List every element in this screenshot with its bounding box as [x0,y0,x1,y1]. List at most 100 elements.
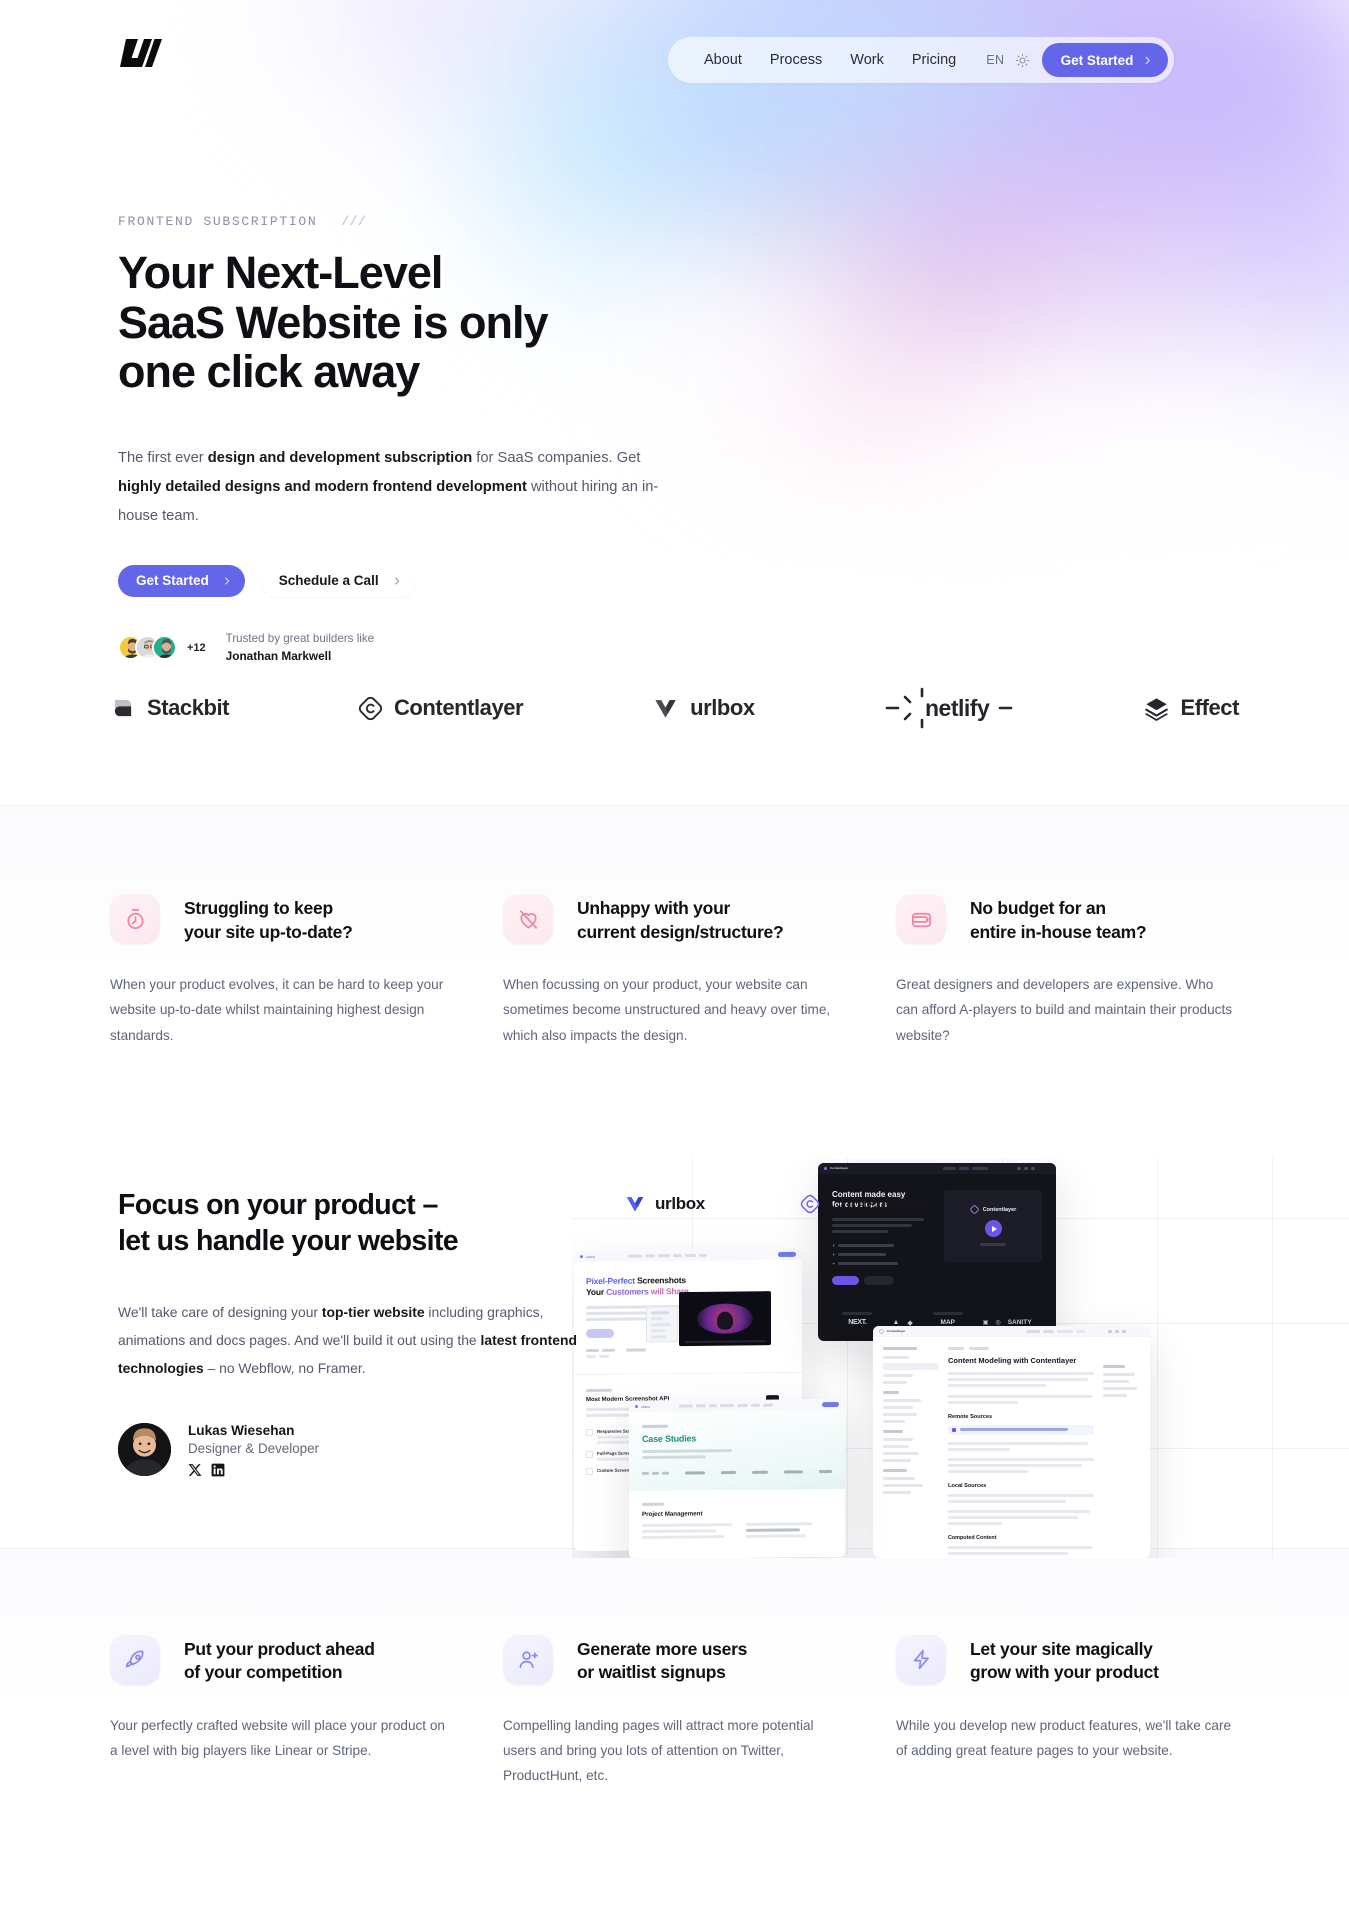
hero-headline-line-1: Your Next-Level [118,247,443,298]
avatar-image [154,637,175,659]
x-twitter-icon [188,1464,202,1476]
trusted-by-line: Trusted by great builders like [225,631,375,645]
showcase-description: We'll take care of designing your top-ti… [118,1299,598,1382]
benefit-card: Let your site magically grow with your p… [896,1634,1239,1789]
hero-desc-part-1: The first ever [118,449,208,466]
timer-icon [110,894,160,944]
showcase-brand-row: urlbox Contentlayer [572,1186,1349,1222]
hero-desc-part-2: for SaaS companies. Get [472,449,641,466]
client-logo-label: urlbox [690,695,755,720]
showcase-brand-urlbox: urlbox [624,1193,705,1215]
hero-headline: Your Next-Level SaaS Website is only one… [118,248,818,397]
client-logo-strip: Stackbit Contentlayer urlbox netlify Eff… [0,686,1349,730]
author-name: Lukas Wiesehan [188,1422,295,1438]
showcase-desc-part-3: – no Webflow, no Framer. [203,1360,366,1377]
contentlayer-logo [358,696,383,720]
hero-desc-strong-2: highly detailed designs and modern front… [118,478,527,495]
x-twitter-link[interactable] [188,1463,202,1477]
nav-get-started-label: Get Started [1060,52,1134,68]
client-logo-label: Effect [1180,695,1240,720]
avatar [152,635,177,661]
hero-section: LW About Process Work Pricing EN Get Sta… [0,0,1349,805]
showcase-title-line-1: Focus on your product – [118,1188,438,1221]
effect-logo [1144,697,1168,721]
lightning-bolt-icon [896,1634,946,1685]
nav-pill: About Process Work Pricing EN Get Starte… [668,37,1175,83]
chevron-right-icon [224,577,230,585]
theme-toggle[interactable] [1013,53,1042,68]
problem-card-body: Great designers and developers are expen… [896,977,1233,1043]
hero-get-started-button[interactable]: Get Started [118,564,245,597]
hero-schedule-call-label: Schedule a Call [278,573,379,589]
benefit-card: Put your product ahead of your competiti… [110,1634,453,1789]
linkedin-link[interactable] [211,1463,225,1477]
hero-eyebrow: FRONTEND SUBSCRIPTION /// [118,214,818,229]
benefit-card-body: Your perfectly crafted website will plac… [110,1717,445,1759]
language-switcher[interactable]: EN [970,53,1012,67]
client-logo-netlify: netlify netlify [884,686,1014,730]
showcase-text: Focus on your product – let us handle yo… [118,1188,638,1477]
problem-card: No budget for an entire in-house team? G… [896,894,1239,1048]
hero-description: The first ever design and development su… [118,444,663,532]
benefit-title-line-2: grow with your product [970,1662,1159,1683]
nav-link-pricing[interactable]: Pricing [898,37,970,83]
hero-eyebrow-label: FRONTEND SUBSCRIPTION [118,214,318,229]
problem-card-body: When focussing on your product, your web… [503,977,831,1043]
stackbit-logo [114,699,132,717]
wallet-icon [896,894,946,944]
problem-card-title: Unhappy with your current design/structu… [577,894,784,944]
hero-content: FRONTEND SUBSCRIPTION /// Your Next-Leve… [118,214,818,665]
problem-cards: Struggling to keep your site up-to-date?… [0,894,1349,1048]
benefit-card-body: Compelling landing pages will attract mo… [503,1717,814,1784]
user-plus-icon [503,1634,553,1685]
brand-name: LW [118,70,119,71]
client-logo-stackbit: Stackbit [110,695,230,721]
social-proof: +12 Trusted by great builders like Jonat… [118,631,818,665]
hero-eyebrow-slashes: /// [341,214,367,229]
problem-card-title: No budget for an entire in-house team? [970,894,1147,944]
client-logo-label: Stackbit [147,695,230,720]
client-logo-contentlayer: Contentlayer [358,695,524,721]
hero-cta-group: Get Started Schedule a Call [118,564,818,597]
showcase-title: Focus on your product – let us handle yo… [118,1188,638,1260]
showcase-title-line-2: let us handle your website [118,1224,459,1257]
brand-logo[interactable]: LW [118,36,163,70]
showcase-desc-strong-1: top-tier website [321,1304,425,1321]
portrait-avatar [118,1422,171,1476]
benefit-card-title: Generate more users or waitlist signups [577,1635,747,1685]
nav-get-started-button[interactable]: Get Started [1041,43,1169,77]
nav-link-work[interactable]: Work [836,37,898,83]
benefit-title-line-1: Let your site magically [970,1638,1153,1659]
avatar [118,1422,171,1476]
benefit-card-title: Put your product ahead of your competiti… [184,1635,375,1685]
hero-headline-line-2: SaaS Website is only [118,296,549,348]
nav-link-process[interactable]: Process [756,37,836,83]
mockup-case-studies: urlbox Case Studies Project Management [629,1398,845,1558]
netlify-logo: netlify [885,687,1012,729]
chevron-right-icon [1145,56,1151,64]
problem-title-line-2: entire in-house team? [970,921,1147,942]
benefit-title-line-1: Generate more users [577,1638,748,1659]
author-social-links [188,1463,319,1477]
lw-monogram-logo [120,39,162,67]
hero-desc-strong-1: design and development subscription [207,449,473,466]
benefit-card-title: Let your site magically grow with your p… [970,1635,1159,1685]
client-logo-effect: Effect [1143,695,1239,722]
client-logo-label: Contentlayer [393,695,524,720]
nav-link-about[interactable]: About [690,37,756,83]
problem-title-line-2: your site up-to-date? [184,921,353,942]
avatar-group [118,635,177,661]
showcase-mockups: urlbox Contentlayer urlbox Pixel-Perfect… [572,1157,1349,1558]
hero-schedule-call-button[interactable]: Schedule a Call [260,564,415,597]
problem-card: Struggling to keep your site up-to-date?… [110,894,453,1048]
problems-section: Struggling to keep your site up-to-date?… [0,805,1349,1168]
benefits-section: Put your product ahead of your competiti… [0,1547,1349,1889]
sun-icon [1015,53,1029,67]
svg-text:netlify: netlify [925,695,990,721]
trusted-by-text: Trusted by great builders like Jonathan … [226,631,374,665]
showcase-content: Focus on your product – let us handle yo… [0,1157,1349,1558]
mockup-docs-page: Contentlayer Content Modeling with Conte… [873,1325,1150,1558]
linkedin-icon [211,1463,225,1477]
heart-off-icon [503,894,553,944]
benefit-cards: Put your product ahead of your competiti… [0,1634,1349,1789]
